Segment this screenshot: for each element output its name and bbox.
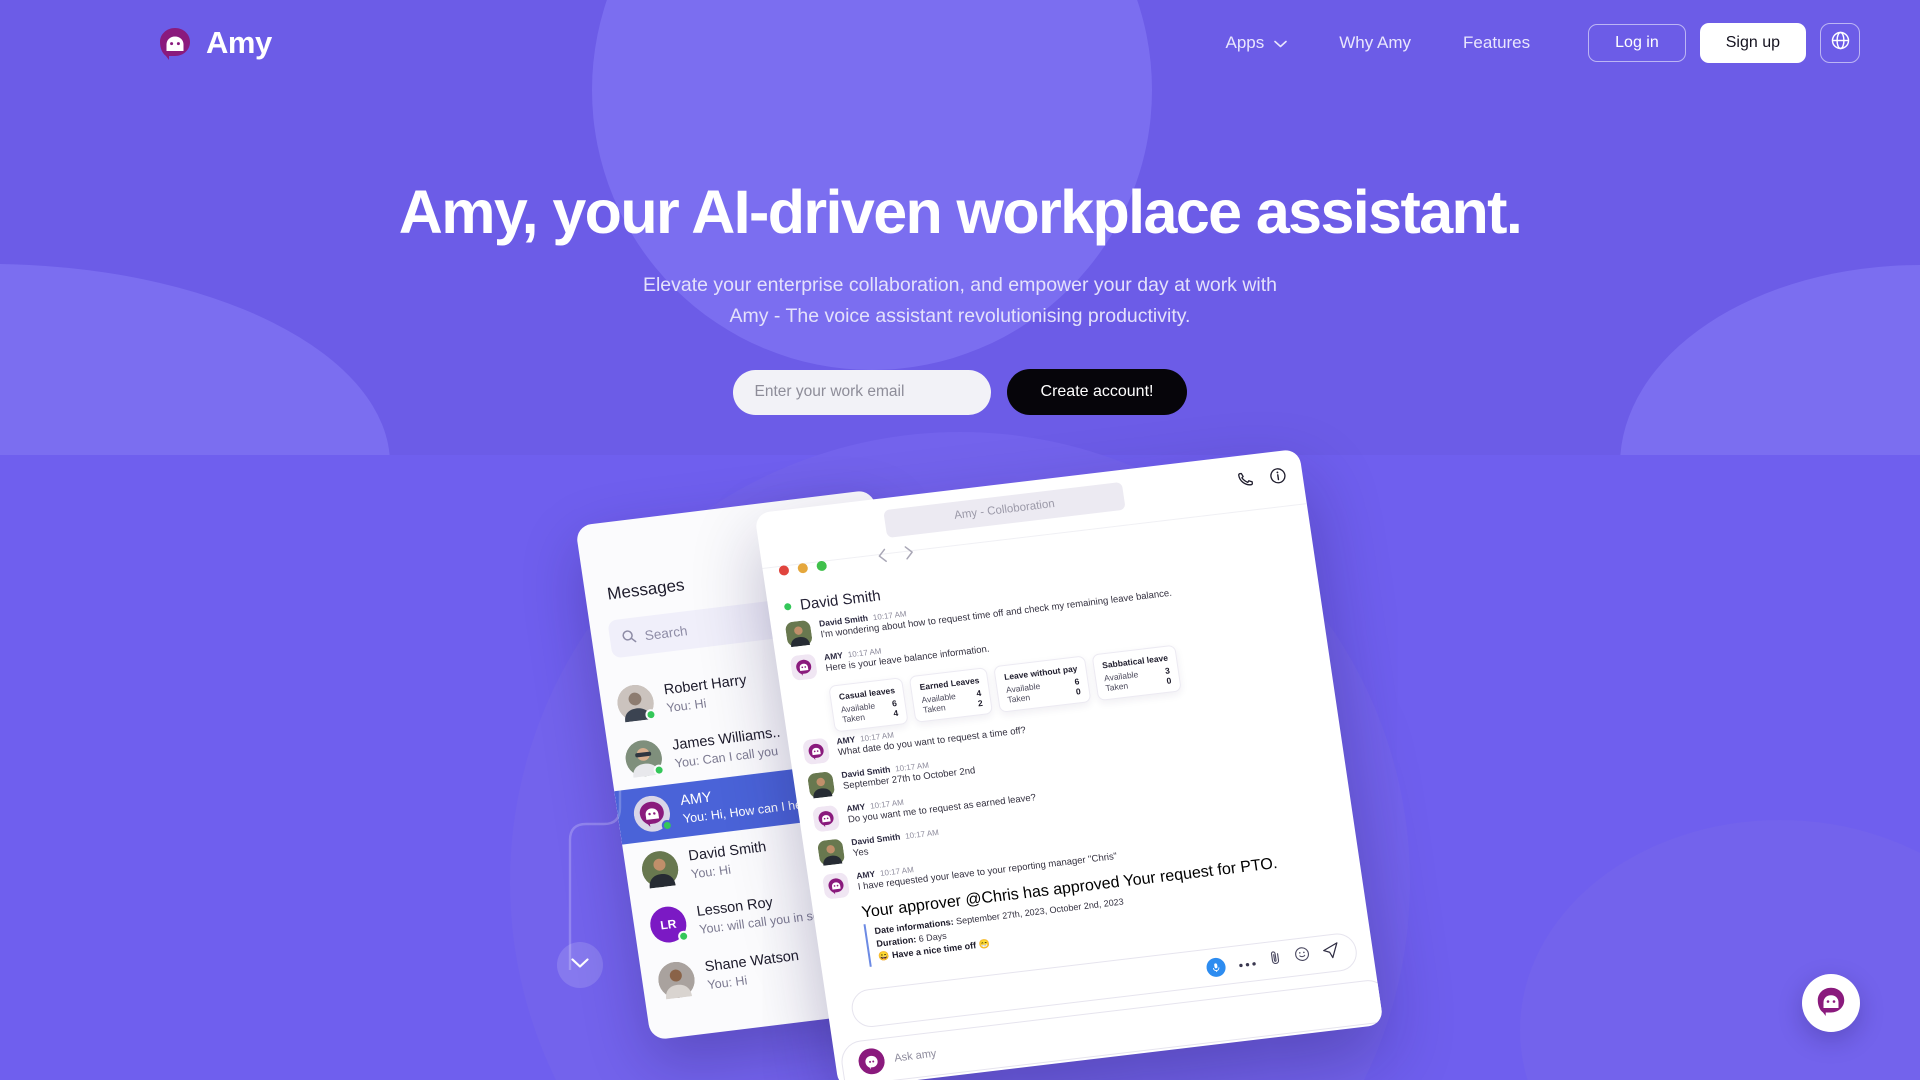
online-status-dot [644,708,658,721]
nav-item-features-label: Features [1463,33,1531,52]
leave-taken-value: 2 [977,697,984,709]
site-header: Amy Apps Why Amy Features Log in Sign up [0,0,1920,86]
online-status-dot [661,819,674,832]
login-button[interactable]: Log in [1588,24,1686,62]
attachment-icon[interactable] [1268,949,1284,970]
messages-title: Messages [605,575,686,604]
chat-message-list: David Smith 10:17 AM I'm wondering about … [785,561,1353,971]
online-status-dot [652,763,666,777]
search-icon [621,628,637,647]
leave-taken-label: Taken [922,702,947,715]
brand-name: Amy [206,25,272,60]
leave-taken-value: 0 [1165,675,1172,686]
avatar-initials-text: LR [659,916,678,933]
emoji-icon[interactable] [1293,946,1311,968]
leave-available-value: 6 [891,698,898,709]
send-icon[interactable] [1321,941,1341,965]
avatar [655,959,697,1000]
leave-balance-card: Leave without pay Available 6 Taken 0 [993,655,1092,713]
emoji-right-icon: 😁 [977,938,991,950]
avatar [615,682,658,723]
mic-icon[interactable] [1205,956,1227,978]
minimize-window-dot[interactable] [797,562,809,574]
leave-balance-card: Earned Leaves Available 4 Taken 2 [908,667,994,723]
avatar [639,849,681,890]
brand-logo[interactable]: Amy [158,25,272,61]
create-account-button[interactable]: Create account! [1006,369,1188,416]
nav-item-apps-label: Apps [1225,33,1265,52]
amy-avatar-icon [812,805,840,833]
leave-available-value: 3 [1164,665,1171,676]
leave-taken-value: 4 [892,707,899,719]
hero-subtitle-line2: Amy - The voice assistant revolutionisin… [729,304,1191,327]
leave-balance-card: Casual leaves Available 6 Taken 4 [828,677,909,733]
decorative-connector-line [568,790,622,970]
phone-icon[interactable] [1235,470,1255,494]
chevron-left-icon[interactable] [877,548,889,568]
nav-item-why-amy[interactable]: Why Amy [1313,33,1437,53]
language-selector-button[interactable] [1820,23,1860,63]
avatar [817,838,845,866]
page-title: Amy, your AI-driven workplace assistant. [398,178,1523,246]
window-tab-title[interactable]: Amy - Colloboration [883,481,1126,538]
chat-topbar: Amy - Colloboration [754,448,1307,569]
chat-contact-name: David Smith [798,587,882,614]
amy-avatar-icon [857,1047,887,1076]
avatar-initials: LR [647,904,690,945]
close-window-dot[interactable] [778,564,790,576]
nav-item-apps[interactable]: Apps [1200,33,1314,53]
avatar [807,771,835,799]
amy-avatar-icon [158,26,192,60]
chevron-down-icon [1274,33,1288,53]
leave-available-value: 6 [1073,676,1080,687]
chat-actions [1235,466,1288,494]
chat-history-navigation [877,545,916,568]
online-status-dot [677,930,690,943]
leave-balance-card: Sabbatical leave Available 3 Taken 0 [1091,644,1182,702]
avatar [623,738,666,779]
signup-form: Create account! [0,369,1920,416]
amy-avatar-icon [822,872,850,900]
more-horizontal-icon[interactable] [1237,953,1258,973]
signup-button[interactable]: Sign up [1699,23,1806,63]
approver-mention[interactable]: @Chris [964,886,1020,909]
nav-item-features[interactable]: Features [1437,33,1556,53]
leave-taken-value: 0 [1075,686,1082,697]
leave-available-value: 4 [975,687,982,699]
online-status-dot [783,602,792,611]
leave-taken-label: Taken [1104,680,1129,694]
globe-icon [1830,30,1851,56]
chat-contact-header: David Smith [783,587,882,615]
amy-avatar-icon [790,653,818,681]
main-navigation: Apps Why Amy Features Log in Sign up [1200,23,1860,63]
leave-taken-label: Taken [1006,692,1031,705]
chat-widget-button[interactable] [1802,974,1860,1032]
leave-taken-label: Taken [841,711,866,725]
hero-subtitle: Elevate your enterprise collaboration, a… [0,270,1920,332]
avatar [785,620,813,648]
work-email-input[interactable] [732,369,991,415]
conversation-search-placeholder: Search [643,622,689,643]
nav-item-why-amy-label: Why Amy [1339,33,1412,52]
chat-panel: Amy - Colloboration David Smith David Sm… [754,448,1384,1080]
amy-avatar-icon [1816,986,1846,1021]
maximize-window-dot[interactable] [815,560,828,572]
emoji-left-icon: 😄 [877,950,891,962]
amy-avatar-icon [802,737,830,765]
ask-amy-placeholder: Ask amy [893,1047,938,1065]
info-icon[interactable] [1268,466,1288,490]
hero-subtitle-line1: Elevate your enterprise collaboration, a… [642,273,1278,296]
